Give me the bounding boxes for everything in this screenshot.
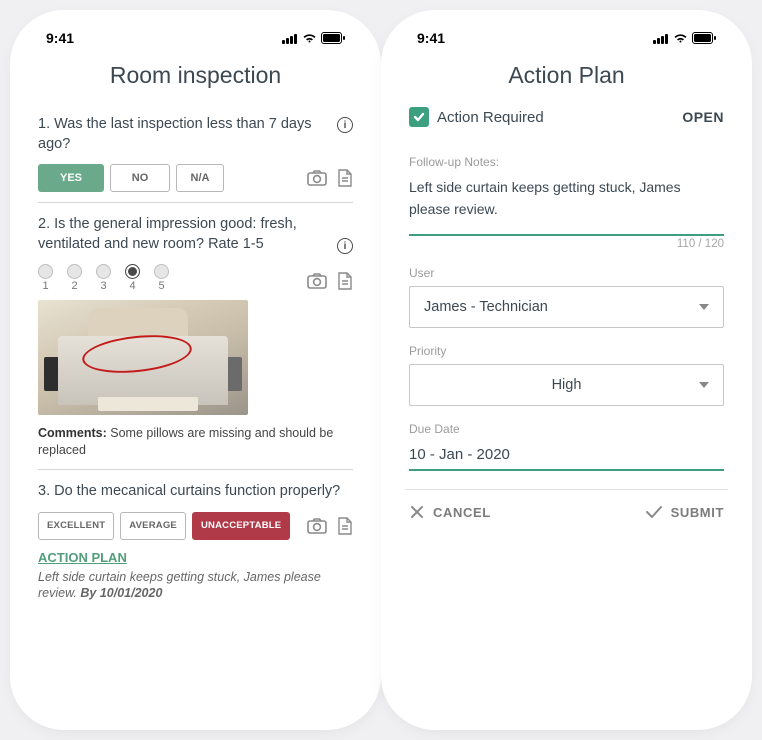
action-header: Action Required OPEN <box>409 103 724 139</box>
question-3: 3. Do the mecanical curtains function pr… <box>38 469 353 612</box>
rating-3[interactable]: 3 <box>96 264 111 292</box>
status-icons <box>282 32 345 44</box>
rating-radios: 1 2 3 4 5 <box>38 264 169 292</box>
chevron-down-icon <box>699 304 709 310</box>
action-plan-link[interactable]: ACTION PLAN <box>38 550 353 565</box>
question-3-text: 3. Do the mecanical curtains function pr… <box>38 482 353 502</box>
inspection-photo[interactable] <box>38 300 248 415</box>
phone-room-inspection: 9:41 Room inspection 1. Was the last ins… <box>20 20 371 720</box>
wifi-icon <box>302 33 317 44</box>
priority-select[interactable]: High <box>409 364 724 406</box>
question-2-text: 2. Is the general impression good: fresh… <box>38 215 329 254</box>
priority-value: High <box>552 377 582 393</box>
action-required-label: Action Required <box>437 109 544 126</box>
rating-1[interactable]: 1 <box>38 264 53 292</box>
camera-icon[interactable] <box>307 518 327 534</box>
user-select[interactable]: James - Technician <box>409 286 724 328</box>
status-badge: OPEN <box>682 109 724 125</box>
inspection-content: 1. Was the last inspection less than 7 d… <box>20 103 371 720</box>
battery-icon <box>321 32 345 44</box>
rating-2[interactable]: 2 <box>67 264 82 292</box>
battery-icon <box>692 32 716 44</box>
document-icon[interactable] <box>337 169 353 187</box>
signal-icon <box>282 33 298 44</box>
notes-input[interactable]: Left side curtain keeps getting stuck, J… <box>409 175 724 236</box>
footer: CANCEL SUBMIT <box>405 489 728 530</box>
signal-icon <box>653 33 669 44</box>
priority-label: Priority <box>409 344 724 358</box>
unacceptable-button[interactable]: UNACCEPTABLE <box>192 512 290 540</box>
action-required-checkbox[interactable] <box>409 107 429 127</box>
camera-icon[interactable] <box>307 273 327 289</box>
average-button[interactable]: AVERAGE <box>120 512 186 540</box>
document-icon[interactable] <box>337 272 353 290</box>
page-title: Action Plan <box>391 50 742 103</box>
due-date-input[interactable]: 10 - Jan - 2020 <box>409 440 724 471</box>
yes-button[interactable]: YES <box>38 164 104 192</box>
cancel-button[interactable]: CANCEL <box>409 504 491 520</box>
char-count: 110 / 120 <box>409 238 724 250</box>
wifi-icon <box>673 33 688 44</box>
action-plan-note: Left side curtain keeps getting stuck, J… <box>38 569 353 603</box>
document-icon[interactable] <box>337 517 353 535</box>
comments-text: Comments: Some pillows are missing and s… <box>38 425 353 459</box>
question-1-text: 1. Was the last inspection less than 7 d… <box>38 115 329 154</box>
due-date-label: Due Date <box>409 422 724 436</box>
no-button[interactable]: NO <box>110 164 170 192</box>
user-value: James - Technician <box>424 299 548 315</box>
status-time: 9:41 <box>417 30 445 46</box>
rating-4[interactable]: 4 <box>125 264 140 292</box>
excellent-button[interactable]: EXCELLENT <box>38 512 114 540</box>
status-time: 9:41 <box>46 30 74 46</box>
notch <box>492 20 642 44</box>
chevron-down-icon <box>699 382 709 388</box>
na-button[interactable]: N/A <box>176 164 224 192</box>
phone-action-plan: 9:41 Action Plan Action Required OPEN Fo… <box>391 20 742 720</box>
submit-button[interactable]: SUBMIT <box>645 504 724 520</box>
page-title: Room inspection <box>20 50 371 103</box>
action-plan-content: Action Required OPEN Follow-up Notes: Le… <box>391 103 742 720</box>
check-icon <box>645 505 663 519</box>
info-icon[interactable]: i <box>337 117 353 133</box>
notes-label: Follow-up Notes: <box>409 155 724 169</box>
user-label: User <box>409 266 724 280</box>
question-1: 1. Was the last inspection less than 7 d… <box>38 103 353 202</box>
question-2: 2. Is the general impression good: fresh… <box>38 202 353 469</box>
camera-icon[interactable] <box>307 170 327 186</box>
status-icons <box>653 32 716 44</box>
notch <box>121 20 271 44</box>
close-icon <box>409 504 425 520</box>
rating-5[interactable]: 5 <box>154 264 169 292</box>
comments-label: Comments: <box>38 426 107 440</box>
info-icon[interactable]: i <box>337 238 353 254</box>
